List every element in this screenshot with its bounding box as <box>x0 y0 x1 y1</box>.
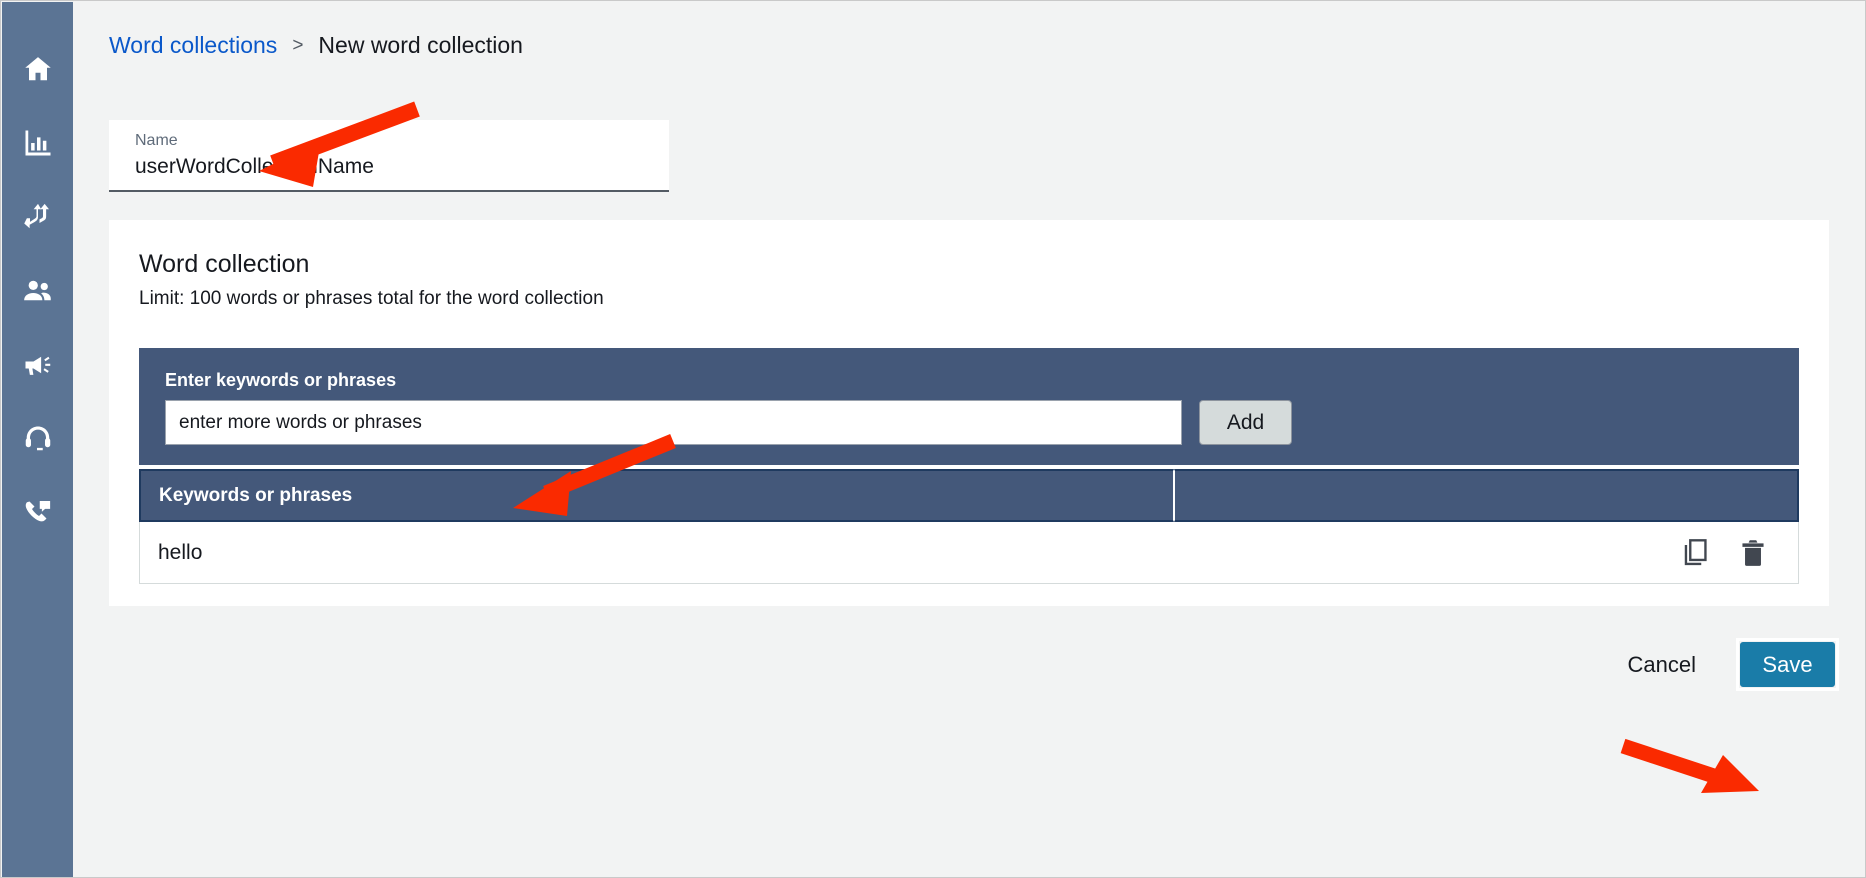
megaphone-icon <box>23 350 53 380</box>
flow-routing-icon <box>23 202 53 232</box>
keywords-table-header: Keywords or phrases <box>139 469 1799 522</box>
keyword-input[interactable] <box>165 400 1182 445</box>
keyword-cell: hello <box>140 541 202 565</box>
column-header-keywords: Keywords or phrases <box>139 469 1174 522</box>
word-collection-card: Word collection Limit: 100 words or phra… <box>109 220 1829 606</box>
sidebar-item-users[interactable] <box>2 254 73 328</box>
column-header-actions <box>1174 469 1799 522</box>
headset-icon <box>23 424 53 454</box>
home-icon <box>23 54 53 84</box>
keyword-entry-panel: Enter keywords or phrases Add <box>139 348 1799 465</box>
word-collection-page: Word collections > New word collection N… <box>0 0 1866 878</box>
cancel-button[interactable]: Cancel <box>1616 652 1708 678</box>
copy-icon[interactable] <box>1682 539 1708 567</box>
trash-icon[interactable] <box>1740 539 1766 567</box>
breadcrumb-link-word-collections[interactable]: Word collections <box>109 32 277 59</box>
card-subtitle: Limit: 100 words or phrases total for th… <box>139 288 604 310</box>
sidebar-item-support[interactable] <box>2 402 73 476</box>
table-row: hello <box>139 522 1799 584</box>
sidebar-item-metrics[interactable] <box>2 106 73 180</box>
breadcrumb: Word collections > New word collection <box>109 32 523 59</box>
save-button[interactable]: Save <box>1740 642 1835 687</box>
name-field-label: Name <box>135 131 669 151</box>
row-actions <box>1682 539 1766 567</box>
name-field-container[interactable]: Name <box>109 120 669 192</box>
form-actions: Cancel Save <box>1616 642 1835 687</box>
keyword-entry-row: Add <box>165 400 1292 445</box>
sidebar-item-campaigns[interactable] <box>2 328 73 402</box>
users-icon <box>23 276 53 306</box>
keyword-entry-label: Enter keywords or phrases <box>165 370 396 391</box>
breadcrumb-current: New word collection <box>318 32 523 59</box>
sidebar-item-routing[interactable] <box>2 180 73 254</box>
bar-chart-icon <box>23 128 53 158</box>
card-title: Word collection <box>139 250 309 279</box>
phone-chat-icon <box>23 498 53 528</box>
name-input[interactable] <box>135 155 635 179</box>
main-content: Word collections > New word collection N… <box>73 2 1864 876</box>
left-nav-sidebar <box>2 2 73 878</box>
breadcrumb-separator-icon: > <box>292 35 303 57</box>
sidebar-item-contact[interactable] <box>2 476 73 550</box>
add-keyword-button[interactable]: Add <box>1199 400 1292 445</box>
sidebar-item-home[interactable] <box>2 32 73 106</box>
